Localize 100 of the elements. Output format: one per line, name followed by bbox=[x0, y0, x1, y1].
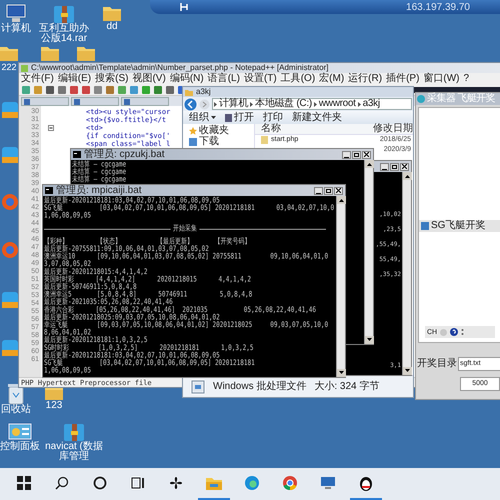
maximize-icon bbox=[354, 152, 359, 156]
desktop-icon-label[interactable]: 控制面板 bbox=[0, 442, 40, 452]
file-icon bbox=[191, 380, 205, 394]
maximize-button[interactable] bbox=[390, 162, 399, 170]
archive-icon bbox=[53, 4, 75, 24]
file-icon bbox=[74, 98, 80, 104]
breadcrumb-item[interactable]: wwwroot bbox=[318, 99, 356, 109]
remote-desktop-icon[interactable] bbox=[320, 475, 336, 491]
toolbar-button[interactable]: 组织 bbox=[189, 112, 216, 122]
nav-item[interactable]: 下载 bbox=[199, 137, 219, 147]
app-icon bbox=[2, 145, 18, 165]
nav-item[interactable]: 收藏夹 bbox=[199, 126, 229, 136]
close-button[interactable] bbox=[362, 150, 371, 158]
desktop-icon-label[interactable]: 123 bbox=[46, 401, 62, 411]
close-icon bbox=[402, 164, 407, 169]
desktop-icon-label[interactable]: dd bbox=[106, 22, 118, 32]
menu-item[interactable]: 宏(M) bbox=[319, 74, 344, 84]
file-tab[interactable] bbox=[71, 97, 119, 106]
minimize-button[interactable] bbox=[342, 150, 351, 158]
folder-icon bbox=[102, 4, 122, 22]
toolbar-button[interactable]: 打印 bbox=[263, 112, 283, 122]
toolbar-button[interactable]: 打开 bbox=[225, 112, 254, 122]
notepad-icon bbox=[21, 64, 28, 72]
breadcrumb-item[interactable]: 计算机 bbox=[219, 99, 248, 109]
file-size: 大小: 324 字节 bbox=[314, 382, 380, 392]
menu-item[interactable]: 搜索(S) bbox=[95, 74, 128, 84]
menu-item[interactable]: 编辑(E) bbox=[58, 74, 92, 84]
console-icon bbox=[73, 151, 81, 158]
menu-item[interactable]: ? bbox=[464, 74, 470, 84]
scroll-up-icon[interactable] bbox=[337, 196, 346, 204]
menu-item[interactable]: 语言(L) bbox=[208, 74, 240, 84]
folder-icon bbox=[40, 44, 60, 62]
minimize-button[interactable] bbox=[314, 186, 323, 194]
menu-item[interactable]: 工具(O) bbox=[280, 74, 316, 84]
browser-icon[interactable] bbox=[282, 475, 298, 491]
archive-icon bbox=[63, 422, 85, 442]
menu-item[interactable]: 运行(R) bbox=[348, 74, 382, 84]
breadcrumb-item[interactable]: a3kj bbox=[362, 99, 380, 109]
maximize-icon bbox=[326, 188, 331, 192]
toolbar-button[interactable]: 新建文件夹 bbox=[292, 112, 342, 122]
window-title: a3kj bbox=[196, 88, 211, 96]
pin-icon[interactable] bbox=[180, 3, 189, 11]
control-panel-icon bbox=[8, 422, 32, 442]
scrollbar[interactable] bbox=[402, 172, 411, 375]
help-icon[interactable] bbox=[450, 328, 458, 336]
close-button[interactable] bbox=[400, 162, 409, 170]
scroll-down-icon[interactable] bbox=[337, 369, 346, 377]
maximize-icon bbox=[392, 164, 397, 168]
app-icon bbox=[2, 290, 18, 310]
desktop-icon-label[interactable]: 计算机 bbox=[1, 24, 31, 34]
breadcrumb-item[interactable]: 本地磁盘 (C:) bbox=[255, 99, 312, 109]
menu-item[interactable]: 设置(T) bbox=[244, 74, 277, 84]
desktop-icon-label[interactable]: 222 bbox=[1, 62, 17, 72]
search-icon[interactable] bbox=[55, 476, 69, 490]
close-button[interactable] bbox=[334, 186, 343, 194]
folder-icon[interactable] bbox=[205, 476, 223, 490]
app-icon bbox=[2, 100, 18, 120]
caret-icon bbox=[211, 116, 216, 119]
scrollbar[interactable] bbox=[336, 196, 345, 377]
menu-item[interactable]: 插件(P) bbox=[386, 74, 420, 84]
window-title: C:\wwwroot\admin\Template\admin\Number_parset.php - Notepad++ [Administrator] bbox=[31, 64, 328, 72]
circle-icon[interactable] bbox=[93, 476, 107, 490]
menu-item[interactable]: 窗口(W) bbox=[423, 74, 460, 84]
desktop-icon-label[interactable]: navicat (数据库管理 bbox=[45, 442, 103, 462]
windows-start-icon[interactable] bbox=[17, 476, 31, 490]
file-tab[interactable] bbox=[21, 97, 69, 106]
console-icon bbox=[45, 187, 53, 194]
minimize-icon bbox=[316, 192, 321, 194]
field-label: 开奖目录 bbox=[417, 359, 457, 369]
folder-icon bbox=[0, 44, 19, 62]
fan-icon[interactable] bbox=[168, 475, 184, 491]
back-icon[interactable] bbox=[184, 98, 197, 110]
task-view-icon[interactable] bbox=[131, 476, 145, 490]
scrollbar[interactable] bbox=[364, 160, 373, 344]
scroll-down-icon[interactable] bbox=[365, 336, 374, 344]
penguin-icon[interactable] bbox=[359, 475, 373, 491]
star-icon bbox=[189, 127, 197, 135]
scroll-up-icon[interactable] bbox=[403, 172, 412, 180]
computer-icon bbox=[5, 4, 27, 24]
browser-icon[interactable] bbox=[244, 475, 260, 491]
maximize-button[interactable] bbox=[352, 150, 361, 158]
address-bar[interactable]: 计算机 本地磁盘 (C:) wwwroot a3kj bbox=[212, 98, 412, 110]
desktop-icon-label[interactable]: 回收站 bbox=[1, 405, 31, 415]
scroll-down-icon[interactable] bbox=[403, 367, 412, 375]
menu-item[interactable]: 编码(N) bbox=[170, 74, 204, 84]
chevron-right-icon bbox=[214, 102, 217, 106]
window-title: 管理员: mpicaiji.bat bbox=[56, 186, 143, 196]
fold-icon[interactable] bbox=[48, 125, 54, 131]
minimize-button[interactable] bbox=[380, 162, 389, 170]
file-tab[interactable] bbox=[121, 97, 169, 106]
browser-icon bbox=[2, 192, 18, 212]
menu-item[interactable]: 文件(F) bbox=[21, 74, 54, 84]
more-icon[interactable] bbox=[461, 328, 464, 336]
desktop-icon-label[interactable]: 互利互助办公版14.rar bbox=[35, 24, 93, 44]
maximize-button[interactable] bbox=[324, 186, 333, 194]
menu-item[interactable]: 视图(V) bbox=[132, 74, 166, 84]
file-type: Windows 批处理文件 bbox=[213, 382, 306, 392]
window-title: 管理员: cpzukj.bat bbox=[84, 150, 166, 160]
minimize-icon bbox=[344, 156, 349, 158]
scroll-up-icon[interactable] bbox=[365, 160, 374, 168]
